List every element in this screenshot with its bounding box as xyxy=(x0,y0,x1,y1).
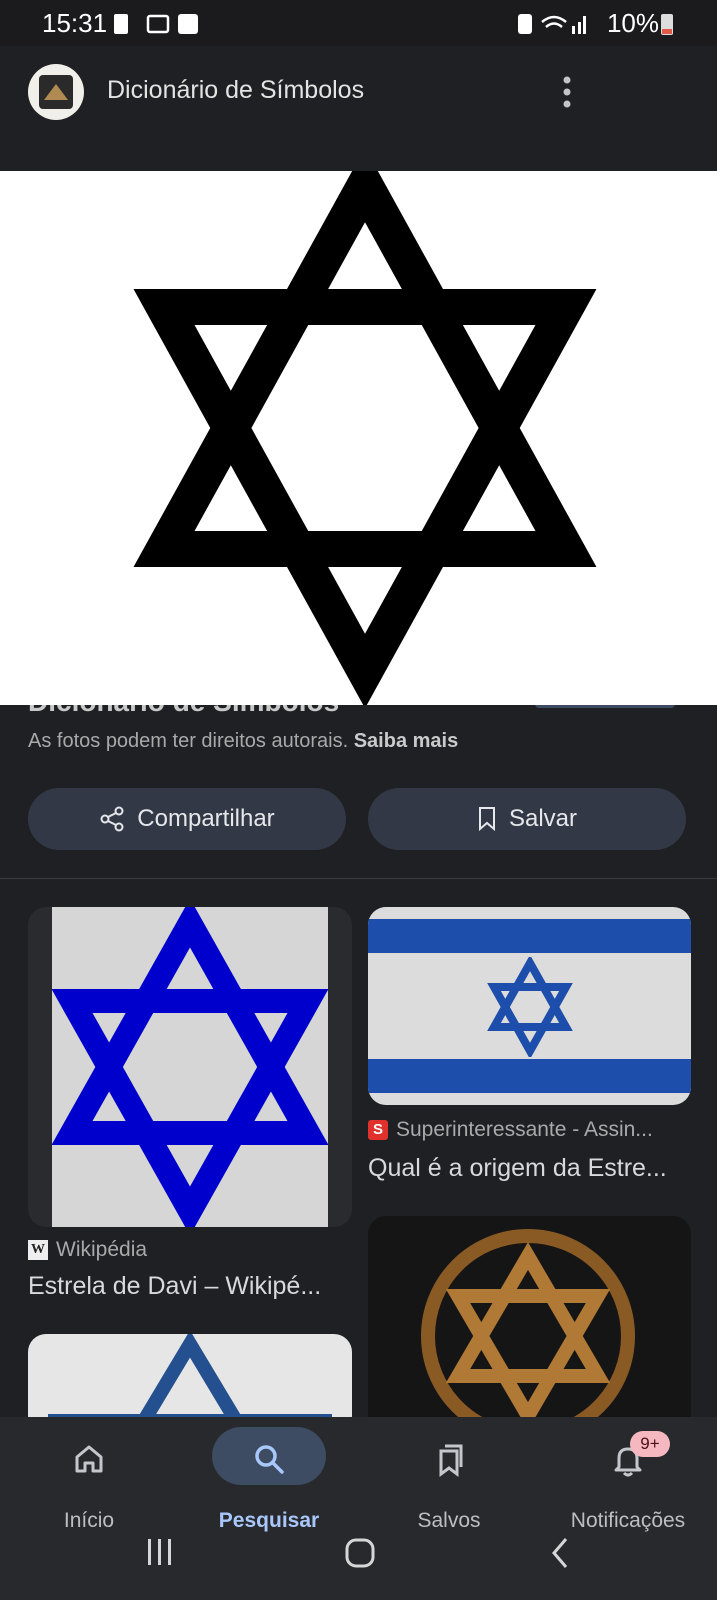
home-icon xyxy=(75,1445,103,1473)
result-card-1-image[interactable] xyxy=(28,907,352,1227)
wikipedia-icon: W xyxy=(28,1240,48,1260)
flag-star-image xyxy=(487,957,573,1057)
nav-label-inicio: Início xyxy=(63,1509,115,1532)
nav-label-salvos: Salvos xyxy=(417,1509,481,1532)
notification-icons xyxy=(114,14,198,34)
search-icon xyxy=(255,1445,284,1474)
back-icon[interactable] xyxy=(548,1535,574,1571)
nav-inicio[interactable]: Início xyxy=(14,1427,164,1537)
saved-icon xyxy=(439,1444,463,1477)
page-title: Dicionário de Símbolos xyxy=(107,76,365,104)
result-source-1: W Wikipédia xyxy=(28,1238,147,1262)
copyright-notice: As fotos podem ter direitos autorais. Sa… xyxy=(28,730,459,752)
divider xyxy=(0,878,717,879)
hero-image[interactable] xyxy=(0,147,717,709)
recent-apps-icon[interactable] xyxy=(145,1535,175,1571)
notification-badge: 9+ xyxy=(630,1431,670,1457)
gold-star-image xyxy=(421,1229,635,1436)
nav-salvos[interactable]: Salvos xyxy=(374,1427,524,1537)
bookmark-icon xyxy=(478,807,495,832)
share-button[interactable]: Compartilhar xyxy=(28,788,346,850)
result-title-1[interactable]: Estrela de Davi – Wikipé... xyxy=(28,1272,321,1301)
star-of-david-image xyxy=(133,147,597,709)
nav-label-pesquisar: Pesquisar xyxy=(218,1509,320,1532)
more-options-icon[interactable] xyxy=(555,74,579,110)
result-source-2: S Superinteressante - Assin... xyxy=(368,1118,653,1142)
pyramid-logo-icon xyxy=(39,75,73,109)
signal-icons xyxy=(518,14,586,34)
blue-star-image xyxy=(52,907,328,1227)
learn-more-link[interactable]: Saiba mais xyxy=(354,730,459,752)
result-card-3-image[interactable] xyxy=(368,1216,691,1436)
battery-percent: 10% xyxy=(606,8,659,38)
site-avatar[interactable] xyxy=(28,64,84,120)
result-card-2-image[interactable] xyxy=(368,907,691,1105)
app-header: Dicionário de Símbolos xyxy=(0,46,717,170)
bottom-navigation: Início Pesquisar Salvos Notificações 9+ xyxy=(0,1417,717,1600)
share-icon xyxy=(100,806,124,832)
status-time: 15:31 xyxy=(42,8,108,38)
status-bar: 15:31 10% xyxy=(0,0,717,46)
save-button[interactable]: Salvar xyxy=(368,788,686,850)
superinteressante-icon: S xyxy=(368,1120,388,1140)
battery-icon xyxy=(661,14,673,35)
home-button-icon[interactable] xyxy=(343,1535,377,1571)
nav-label-notificacoes: Notificações xyxy=(570,1509,686,1532)
nav-pesquisar[interactable]: Pesquisar xyxy=(194,1427,344,1537)
result-title-2[interactable]: Qual é a origem da Estre... xyxy=(368,1154,667,1183)
nav-notificacoes[interactable]: Notificações xyxy=(553,1427,703,1537)
